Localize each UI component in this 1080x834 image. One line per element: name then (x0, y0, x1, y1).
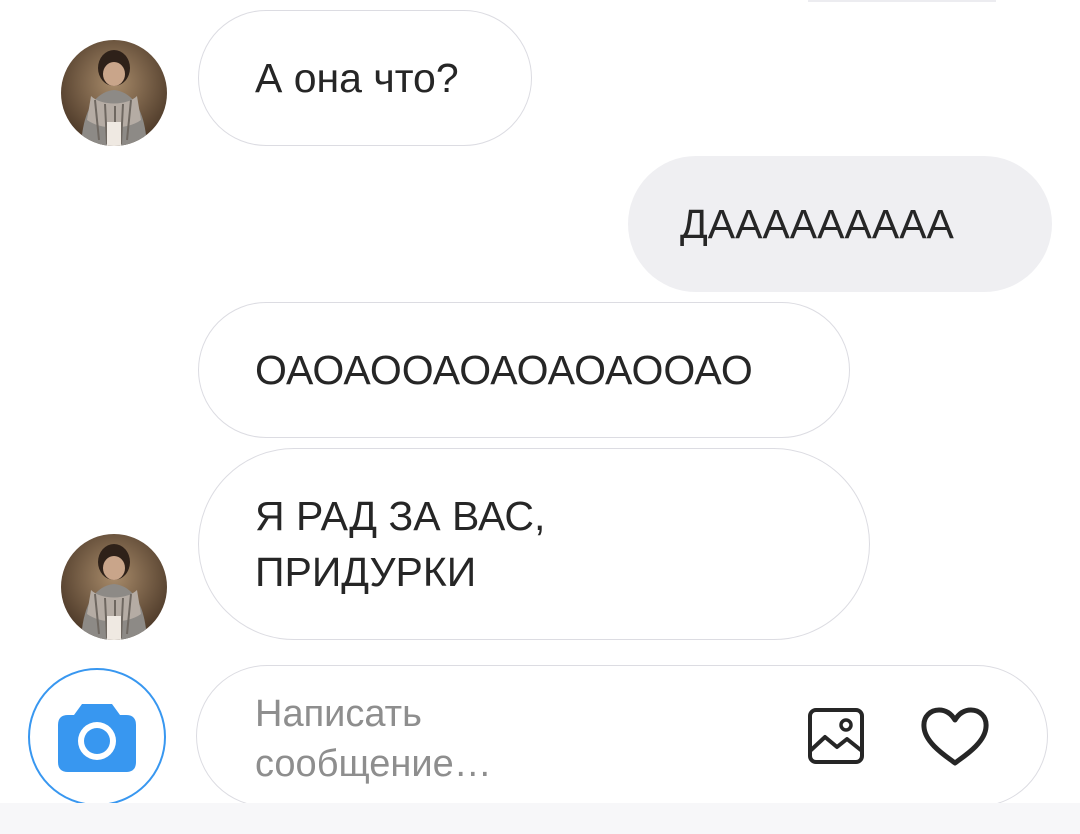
previous-message-edge (808, 0, 996, 2)
message-text: А она что? (255, 55, 459, 101)
message-bubble-outgoing[interactable]: ДААААААААА (628, 156, 1052, 292)
camera-icon (58, 704, 136, 772)
heart-icon[interactable] (919, 706, 991, 768)
sender-avatar[interactable] (61, 534, 167, 640)
message-text-line: Я РАД ЗА ВАС, (255, 493, 546, 539)
message-bubble-incoming[interactable]: ОАОАООАОАОАОАООАО (198, 302, 850, 438)
chat-screen: А она что? ДААААААААА ОАОАООАОАОАОАООАО … (0, 0, 1080, 834)
message-composer[interactable]: Написать сообщение… (196, 665, 1048, 807)
bottom-navigation-edge (0, 803, 1080, 834)
message-bubble-incoming[interactable]: Я РАД ЗА ВАС, ПРИДУРКИ (198, 448, 870, 640)
message-text-block: Я РАД ЗА ВАС, ПРИДУРКИ (255, 488, 545, 600)
placeholder-line: Написать (255, 693, 422, 735)
message-bubble-incoming[interactable]: А она что? (198, 10, 532, 146)
camera-button[interactable] (28, 668, 166, 806)
image-icon[interactable] (807, 707, 865, 765)
message-text: ДААААААААА (680, 201, 954, 247)
avatar-photo (61, 40, 167, 146)
avatar-photo (61, 534, 167, 640)
message-input[interactable]: Написать сообщение… (255, 689, 555, 789)
message-text: ОАОАООАОАОАОАООАО (255, 347, 753, 393)
message-text-line: ПРИДУРКИ (255, 549, 477, 595)
placeholder-line: сообщение… (255, 743, 492, 785)
sender-avatar[interactable] (61, 40, 167, 146)
